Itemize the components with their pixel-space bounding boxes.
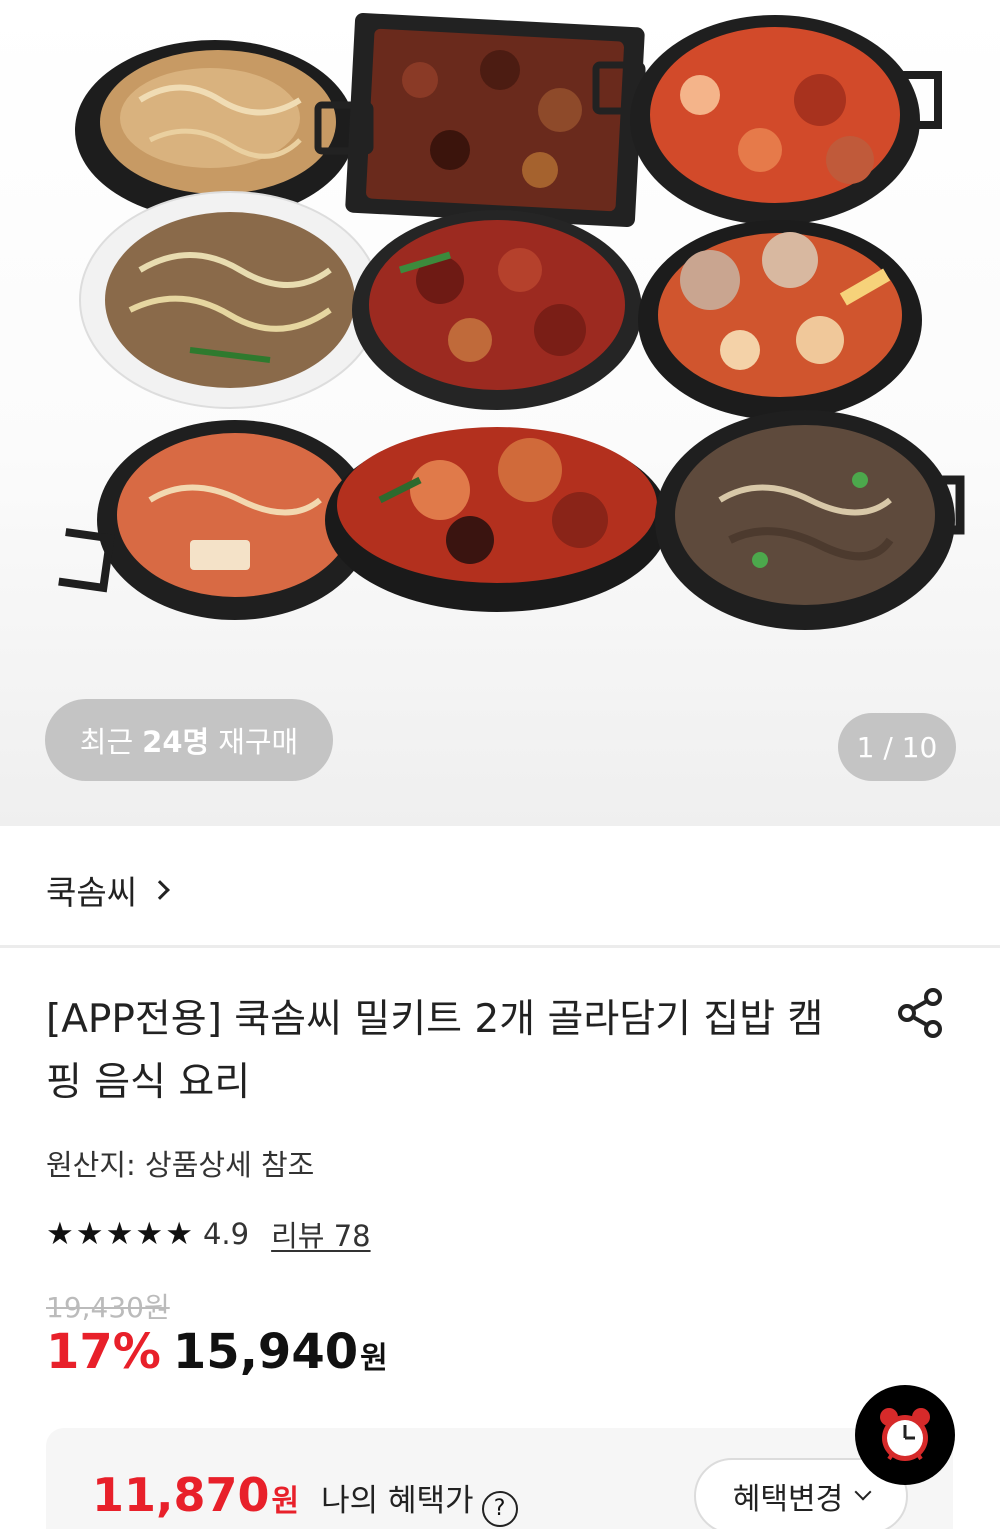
dish-spicy-pork [352, 210, 642, 410]
sale-price: 15,940 [172, 1324, 359, 1380]
rating-stars: ★ ★ ★ ★ ★ [46, 1216, 193, 1252]
star-icon: ★ [46, 1216, 74, 1252]
product-title: [APP전용] 쿡솜씨 밀키트 2개 골라담기 집밥 캠핑 음식 요리 [46, 997, 824, 1105]
dish-gopchang-stew [638, 220, 922, 420]
benefit-price-label: 나의 혜택가 [321, 1483, 474, 1519]
benefit-price-unit: 원 [271, 1484, 300, 1519]
chevron-right-icon [150, 880, 170, 900]
alarm-clock-icon [880, 1408, 930, 1461]
dish-stew-sausage [630, 15, 942, 225]
discount-rate: 17% [46, 1324, 161, 1380]
alarm-floating-button[interactable] [855, 1385, 955, 1485]
star-icon: ★ [165, 1216, 193, 1252]
repurchase-badge: 최근 24명 재구매 [45, 699, 333, 781]
benefit-price: 11,870 [92, 1468, 270, 1522]
brand-row: 쿡솜씨 [0, 826, 1000, 948]
dish-bulgogi-sprouts [79, 191, 381, 409]
brand-name: 쿡솜씨 [46, 873, 138, 912]
rating-row: ★ ★ ★ ★ ★ 4.9 리뷰 78 [46, 1214, 371, 1254]
product-origin: 원산지: 상품상세 참조 [46, 1148, 315, 1182]
star-icon: ★ [135, 1216, 164, 1252]
star-icon: ★ [75, 1216, 104, 1252]
share-icon[interactable] [893, 985, 949, 1041]
sale-price-unit: 원 [360, 1341, 388, 1376]
dish-stirfry [314, 12, 646, 228]
chevron-down-icon [854, 1483, 872, 1501]
image-page-indicator: 1 / 10 [838, 713, 956, 781]
dish-mushroom-beef [655, 410, 965, 630]
my-benefit-price-box: 11,870 원 나의 혜택가 ? 혜택변경 [46, 1428, 953, 1529]
repurchase-suffix: 재구매 [218, 725, 299, 759]
rating-value: 4.9 [202, 1217, 250, 1251]
question-circle-icon[interactable]: ? [481, 1490, 518, 1527]
repurchase-prefix: 최근 [79, 725, 134, 759]
review-count-link[interactable]: 리뷰 78 [271, 1213, 370, 1255]
price-row: 17% 15,940 원 [46, 1324, 388, 1380]
star-icon: ★ [105, 1216, 134, 1252]
repurchase-count: 24명 [142, 725, 210, 759]
dish-braised-chicken [325, 427, 669, 612]
benefit-price-row: 11,870 원 나의 혜택가 ? [92, 1468, 518, 1527]
brand-store-link[interactable]: 쿡솜씨 [46, 866, 170, 914]
change-benefit-label: 혜택변경 [732, 1482, 844, 1517]
product-image-carousel[interactable]: 최근 24명 재구매 1 / 10 [0, 0, 1000, 826]
original-price: 19,430원 [46, 1291, 170, 1324]
